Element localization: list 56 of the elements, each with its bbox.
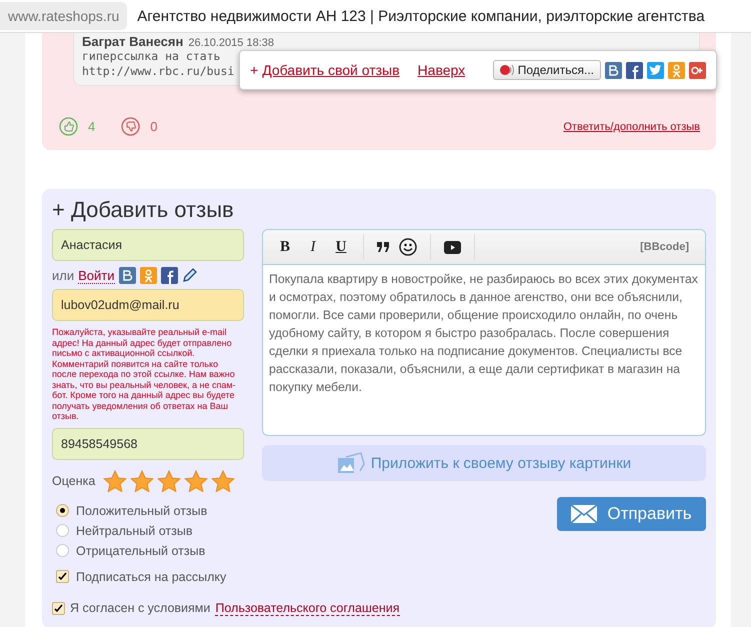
comment-text: гиперссылка на стать	[82, 49, 220, 64]
format-button[interactable]: I	[299, 238, 327, 256]
comment-author: Баграт Ванесян 26.10.2015 18:38	[82, 34, 274, 49]
radio-icon[interactable]	[56, 504, 69, 517]
comment-text: http://www.rbc.ru/busi	[82, 64, 234, 79]
star-icon[interactable]	[184, 470, 208, 492]
social-icon[interactable]	[605, 62, 622, 78]
checkbox-icon[interactable]	[56, 570, 69, 583]
speaker-icon	[500, 64, 514, 76]
envelope-icon	[571, 505, 598, 523]
radio-icon[interactable]	[56, 544, 69, 557]
checkbox-icon[interactable]	[52, 602, 65, 614]
review-type-radio[interactable]: Положительный отзыв	[52, 500, 244, 520]
add-review-link[interactable]: Добавить свой отзыв	[262, 62, 400, 78]
star-icon[interactable]	[103, 470, 128, 492]
agree-text: Я согласен с условиями	[70, 601, 210, 615]
phone-field[interactable]: 89458549568	[52, 428, 244, 460]
plus-sign: +	[250, 62, 258, 78]
dislikes-count: 0	[150, 119, 158, 134]
star-icon[interactable]	[157, 470, 182, 492]
top-link[interactable]: Наверх	[418, 62, 466, 78]
radio-icon[interactable]	[56, 524, 69, 537]
share-button[interactable]: Поделиться...	[492, 60, 601, 80]
facebook-icon[interactable]	[160, 267, 178, 284]
social-icon[interactable]	[689, 62, 706, 78]
email-field[interactable]: lubov02udm@mail.ru	[52, 289, 244, 321]
login-link[interactable]: Войти	[78, 268, 114, 284]
review-type-radio[interactable]: Нейтральный отзыв	[52, 520, 244, 540]
star-icon[interactable]	[211, 470, 236, 492]
image-icon	[336, 451, 365, 475]
format-button[interactable]: U	[327, 238, 355, 256]
facebook-icon[interactable]	[626, 62, 643, 78]
social-icon[interactable]	[668, 62, 685, 78]
name-field[interactable]: Анастасия	[52, 229, 244, 261]
bbcode-toggle[interactable]: [BBcode]	[634, 240, 695, 254]
reply-link[interactable]: Ответить/дополнить отзыв	[563, 120, 700, 132]
review-text-area[interactable]: Покупала квартиру в новостройке, не разбираюсь во всех этих документах и осмотрах, поэтому обратилось в данное агенство, они все объяснили, помогли. Все сами проверили, общение происходило онлайн, по очень удобному сайту, в котором я быстро разобралась. После совершения сделки я приехала только на подписание документов. Специалисты все рассказали, показали, объяснили, а еще дали сертификат в магазин на покупку мебели.	[263, 265, 705, 401]
terms-link[interactable]: Пользовательского соглашения	[215, 600, 400, 616]
rating-label: Оценка	[52, 474, 96, 488]
email-warning: Пожалуйста, указывайте реальный e-mail адрес! На данный адрес будет отправлено письмо с активационной ссылкой. Комментарий появится на сайте только после перехода по этой ссылке. Нам важно знать, что вы реальный человек, а не спам-бот. Кроме того на данный адрес вы будете получать уведомления об ответах на Ваш отзыв.	[52, 327, 237, 422]
bird-icon[interactable]	[647, 62, 664, 78]
format-button[interactable]: B	[271, 238, 299, 256]
comment-date: 26.10.2015 18:38	[188, 37, 274, 49]
subscribe-checkbox[interactable]: Подписаться на рассылку	[52, 566, 244, 586]
thumbs-up-icon[interactable]	[59, 117, 78, 136]
star-icon[interactable]	[130, 470, 154, 492]
pencil-icon[interactable]	[182, 267, 198, 284]
likes-count: 4	[88, 119, 96, 134]
thumbs-down-icon[interactable]	[121, 117, 140, 136]
address-bar[interactable]: www.rateshops.ru	[0, 2, 128, 30]
submit-button[interactable]: Отправить	[557, 497, 706, 531]
social-icon[interactable]	[118, 267, 136, 284]
or-label: или	[52, 268, 74, 283]
review-type-radio[interactable]: Отрицательный отзыв	[52, 540, 244, 560]
page-title: Агентство недвижимости АН 123 | Риэлторские компании, риэлторские агентства	[137, 8, 705, 24]
form-title: + Добавить отзыв	[52, 197, 235, 223]
